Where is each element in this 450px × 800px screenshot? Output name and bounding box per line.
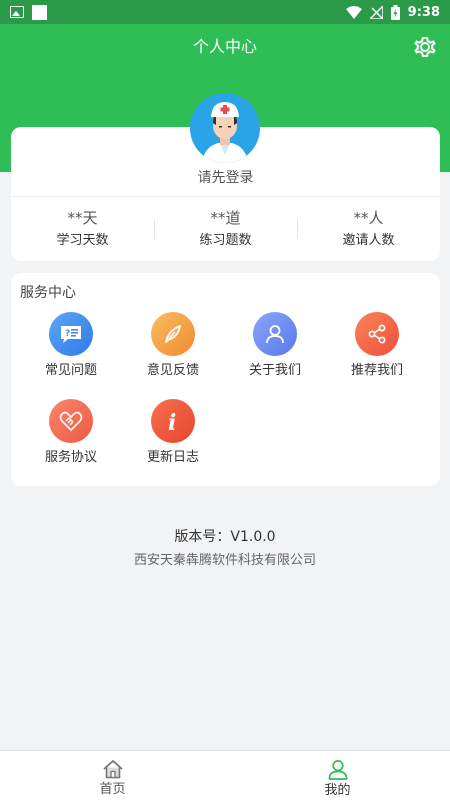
stats-row: **天 学习天数 **道 练习题数 **人 邀请人数 xyxy=(11,197,440,261)
feather-icon xyxy=(151,312,195,356)
service-label: 关于我们 xyxy=(248,363,301,378)
person-icon xyxy=(253,312,297,356)
stat-practice-count: **道 练习题数 xyxy=(154,197,297,261)
stat-invite-count: **人 邀请人数 xyxy=(297,197,440,261)
service-label: 推荐我们 xyxy=(350,363,403,378)
tab-label: 我的 xyxy=(324,783,351,798)
tab-label: 首页 xyxy=(99,782,126,797)
gear-icon[interactable] xyxy=(412,34,438,60)
info-icon: i xyxy=(151,399,195,443)
stat-study-days: **天 学习天数 xyxy=(11,197,154,261)
service-item-changelog[interactable]: i 更新日志 xyxy=(121,399,225,467)
service-label: 常见问题 xyxy=(44,363,97,378)
image-notification-icon xyxy=(10,6,24,18)
login-prompt[interactable]: 请先登录 xyxy=(11,167,440,187)
service-item-faq[interactable]: ? 常见问题 xyxy=(19,312,123,380)
avatar[interactable] xyxy=(190,93,260,163)
svg-text:?: ? xyxy=(65,329,70,339)
status-time: 9:38 xyxy=(407,4,440,20)
service-item-about[interactable]: 关于我们 xyxy=(223,312,327,380)
handshake-icon xyxy=(49,399,93,443)
service-label: 服务协议 xyxy=(44,450,97,465)
service-item-agreement[interactable]: 服务协议 xyxy=(19,399,123,467)
company-name: 西安天秦犇腾软件科技有限公司 xyxy=(133,553,316,568)
notification-square-icon xyxy=(32,4,47,20)
wifi-icon xyxy=(345,5,362,19)
stat-label: 练习题数 xyxy=(199,233,252,248)
page-title: 个人中心 xyxy=(192,37,257,56)
service-label: 意见反馈 xyxy=(146,363,199,378)
service-center-title: 服务中心 xyxy=(20,285,76,301)
tab-home[interactable]: 首页 xyxy=(0,751,225,800)
stat-value: **人 xyxy=(353,209,384,227)
doctor-avatar-icon xyxy=(190,93,260,163)
service-label: 更新日志 xyxy=(146,450,199,465)
battery-icon xyxy=(390,4,400,20)
service-item-feedback[interactable]: 意见反馈 xyxy=(121,312,225,380)
stat-label: 学习天数 xyxy=(56,233,109,248)
service-item-recommend[interactable]: 推荐我们 xyxy=(325,312,429,380)
version-text: 版本号：V1.0.0 xyxy=(174,529,276,545)
svg-text:i: i xyxy=(168,410,176,433)
stat-value: **天 xyxy=(67,209,98,227)
no-signal-icon xyxy=(369,5,383,19)
user-icon xyxy=(328,760,347,780)
service-center-card: 服务中心 ? 常见问题 意见反馈 关于我们 推荐我们 服务协议 i 更新日志 xyxy=(11,273,440,486)
share-icon xyxy=(355,312,399,356)
stat-value: **道 xyxy=(210,209,241,227)
stat-label: 邀请人数 xyxy=(342,233,395,248)
faq-icon: ? xyxy=(49,312,93,356)
tab-mine[interactable]: 我的 xyxy=(225,751,450,800)
bottom-tab-bar: 首页 我的 xyxy=(0,750,450,800)
home-icon xyxy=(102,760,123,779)
status-bar: 9:38 xyxy=(0,0,450,24)
